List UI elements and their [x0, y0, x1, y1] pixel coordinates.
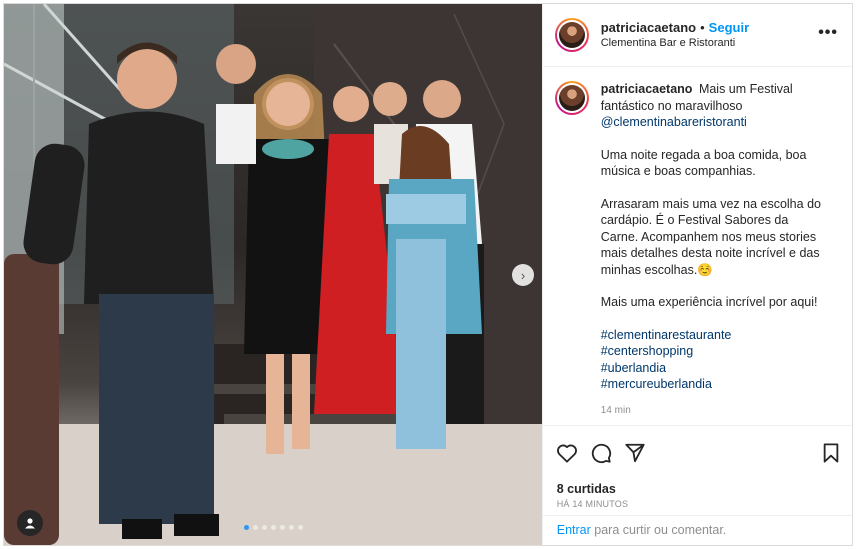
likes-count[interactable]: 8 curtidas — [543, 468, 852, 496]
caption-paragraph: Arrasaram mais uma vez na escolha do car… — [600, 196, 821, 277]
post-side-panel: patriciacaetano • Seguir Clementina Bar … — [541, 4, 852, 546]
post-actions: 8 curtidas HÁ 14 MINUTOS Entrar para cur… — [542, 425, 852, 546]
post-photo[interactable]: › — [4, 4, 542, 545]
instagram-post: › patriciacaetano • Seguir Clementina Ba… — [3, 3, 853, 546]
username-link[interactable]: patriciacaetano — [601, 20, 696, 36]
carousel-next-button[interactable]: › — [512, 264, 534, 286]
carousel-dot — [271, 525, 276, 530]
caption-username[interactable]: patriciacaetano — [601, 82, 693, 96]
hashtag-link[interactable]: #mercureuberlandia — [601, 376, 829, 393]
avatar[interactable] — [554, 81, 589, 115]
post-caption: patriciacaetano Mais um Festival fantást… — [543, 67, 852, 416]
caption-timestamp: 14 min — [600, 404, 631, 416]
post-timestamp: HÁ 14 MINUTOS — [556, 499, 629, 509]
post-header: patriciacaetano • Seguir Clementina Bar … — [542, 4, 852, 67]
user-tag-icon[interactable] — [17, 510, 43, 536]
hashtag-list: #clementinarestaurante #centershopping #… — [601, 327, 829, 393]
login-prompt: Entrar para curtir ou comentar. — [542, 515, 852, 546]
mention-link[interactable]: @clementinabareristoranti — [601, 114, 829, 131]
follow-separator: • — [700, 19, 705, 35]
avatar[interactable] — [554, 18, 589, 52]
caption-paragraph: Uma noite regada a boa comida, boa músic… — [600, 147, 807, 179]
carousel-indicator — [244, 525, 303, 530]
more-horizontal-icon[interactable]: ••• — [818, 25, 838, 41]
carousel-dot — [244, 525, 249, 530]
share-icon[interactable] — [624, 442, 646, 464]
hashtag-link[interactable]: #centershopping — [601, 343, 829, 360]
hashtag-link[interactable]: #clementinarestaurante — [601, 327, 829, 344]
group-photo-illustration — [4, 4, 542, 545]
carousel-dot — [262, 525, 267, 530]
login-link[interactable]: Entrar — [557, 523, 591, 537]
carousel-dot — [253, 525, 258, 530]
follow-button[interactable]: Seguir — [709, 20, 749, 36]
caption-paragraph: Mais uma experiência incrível por aqui! — [600, 295, 818, 309]
login-prompt-text: para curtir ou comentar. — [590, 523, 727, 537]
location-link[interactable]: Clementina Bar e Ristoranti — [601, 37, 749, 50]
carousel-dot — [289, 525, 294, 530]
hashtag-link[interactable]: #uberlandia — [601, 360, 829, 377]
heart-icon[interactable] — [556, 443, 578, 463]
bookmark-icon[interactable] — [822, 443, 840, 463]
comment-icon[interactable] — [590, 442, 612, 464]
carousel-dot — [280, 525, 285, 530]
carousel-dot — [298, 525, 303, 530]
